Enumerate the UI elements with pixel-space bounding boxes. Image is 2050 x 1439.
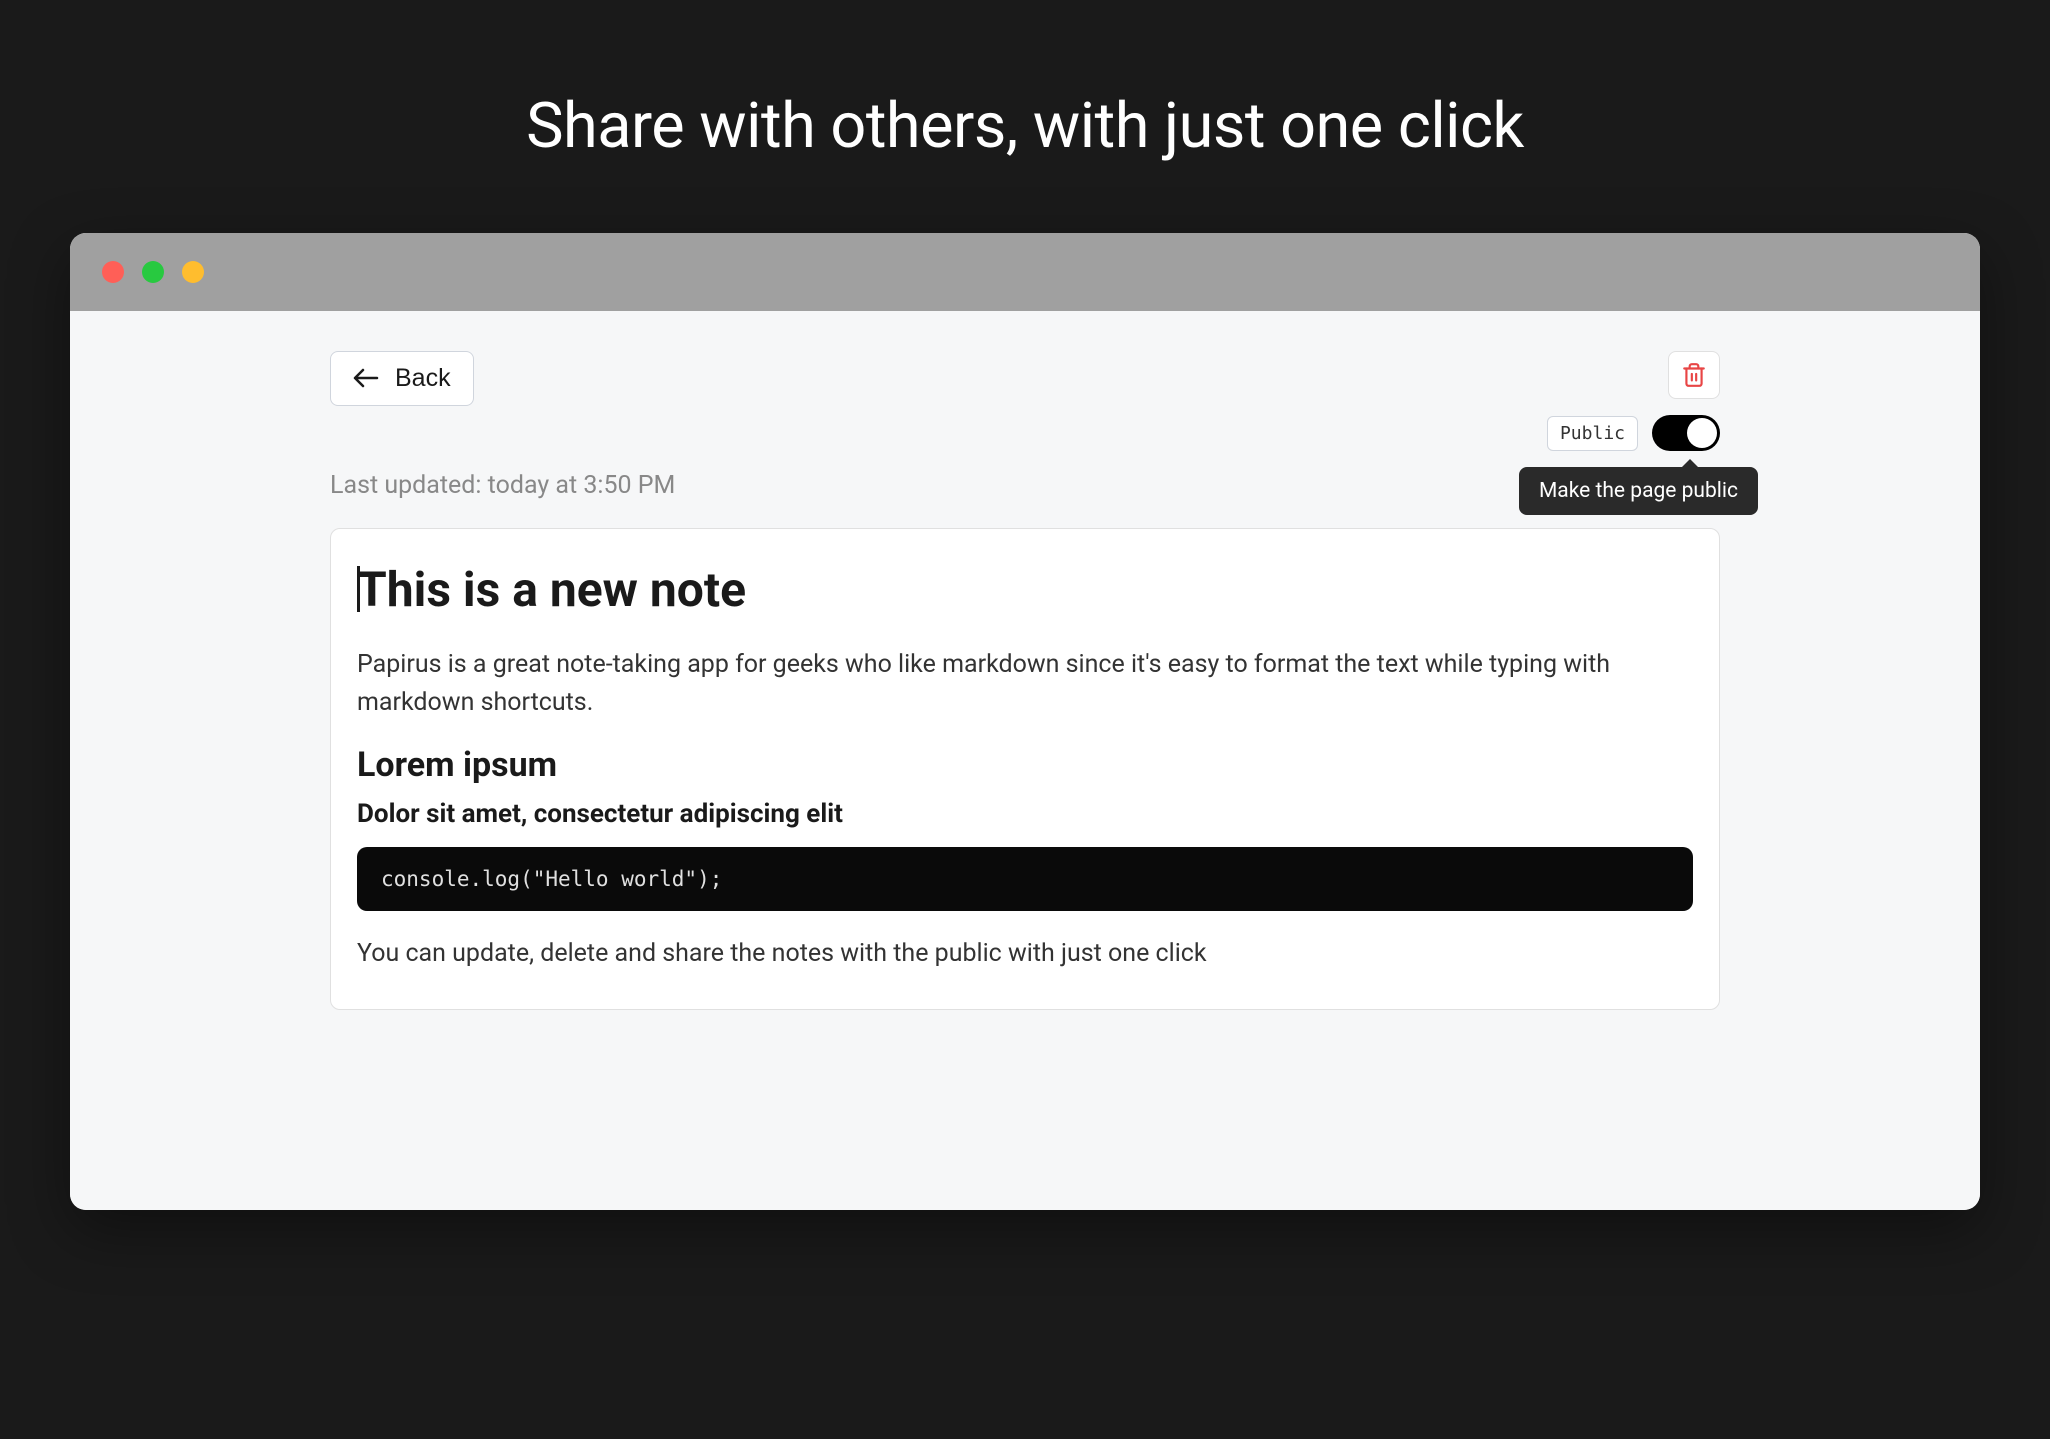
trash-icon: [1681, 362, 1707, 388]
minimize-window-button[interactable]: [142, 261, 164, 283]
toolbar: Back Public Ma: [330, 351, 1720, 451]
note-title[interactable]: This is a new note: [357, 561, 1693, 618]
public-badge: Public: [1547, 416, 1638, 451]
back-button[interactable]: Back: [330, 351, 474, 406]
note-card[interactable]: This is a new note Papirus is a great no…: [330, 528, 1720, 1010]
public-toggle-row: Public Make the page public: [1547, 415, 1720, 451]
delete-button[interactable]: [1668, 351, 1720, 399]
tooltip: Make the page public: [1519, 467, 1758, 515]
toggle-knob: [1687, 418, 1717, 448]
back-button-label: Back: [395, 364, 451, 393]
note-paragraph-2[interactable]: You can update, delete and share the not…: [357, 935, 1693, 973]
arrow-left-icon: [353, 365, 379, 393]
window-titlebar: [70, 233, 1980, 311]
page-heading: Share with others, with just one click: [526, 90, 1524, 163]
code-block[interactable]: console.log("Hello world");: [357, 847, 1693, 911]
close-window-button[interactable]: [102, 261, 124, 283]
last-updated-text: Last updated: today at 3:50 PM: [330, 471, 675, 500]
note-heading-3[interactable]: Dolor sit amet, consectetur adipiscing e…: [357, 799, 1693, 829]
app-window: Back Public Ma: [70, 233, 1980, 1210]
content-area: Back Public Ma: [70, 311, 1980, 1210]
note-heading-2[interactable]: Lorem ipsum: [357, 745, 1693, 785]
toolbar-right: Public Make the page public: [1547, 351, 1720, 451]
public-toggle[interactable]: [1652, 415, 1720, 451]
maximize-window-button[interactable]: [182, 261, 204, 283]
meta-row: Last updated: today at 3:50 PM: [330, 471, 1720, 500]
note-paragraph-1[interactable]: Papirus is a great note-taking app for g…: [357, 646, 1693, 721]
text-cursor: [357, 566, 360, 612]
